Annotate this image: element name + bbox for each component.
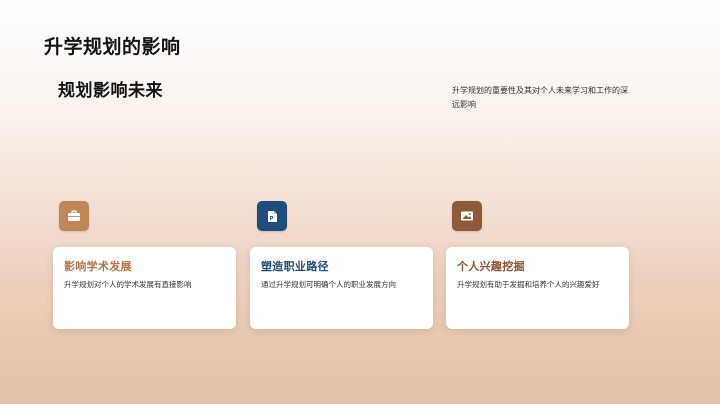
image-icon — [452, 201, 482, 231]
slide: 升学规划的影响 规划影响未来 升学规划的重要性及其对个人未来学习和工作的深远影响… — [0, 0, 720, 404]
document-icon: P — [257, 201, 287, 231]
slide-subtitle: 规划影响未来 — [58, 81, 163, 101]
card-academic-development: 影响学术发展 升学规划对个人的学术发展有直接影响 — [53, 247, 236, 329]
card-title: 影响学术发展 — [64, 260, 132, 273]
svg-text:P: P — [269, 216, 273, 222]
card-interest-discovery: 个人兴趣挖掘 升学规划有助于发掘和培养个人的兴趣爱好 — [446, 247, 629, 329]
slide-title: 升学规划的影响 — [44, 36, 181, 58]
card-career-path: 塑造职业路径 通过升学规划可明确个人的职业发展方向 — [250, 247, 433, 329]
card-text: 升学规划对个人的学术发展有直接影响 — [64, 280, 192, 289]
card-text: 通过升学规划可明确个人的职业发展方向 — [261, 280, 396, 289]
card-title: 个人兴趣挖掘 — [457, 260, 525, 273]
card-title: 塑造职业路径 — [261, 260, 329, 273]
card-text: 升学规划有助于发掘和培养个人的兴趣爱好 — [457, 280, 600, 289]
slide-description: 升学规划的重要性及其对个人未来学习和工作的深远影响 — [452, 86, 628, 109]
briefcase-icon — [59, 201, 89, 231]
